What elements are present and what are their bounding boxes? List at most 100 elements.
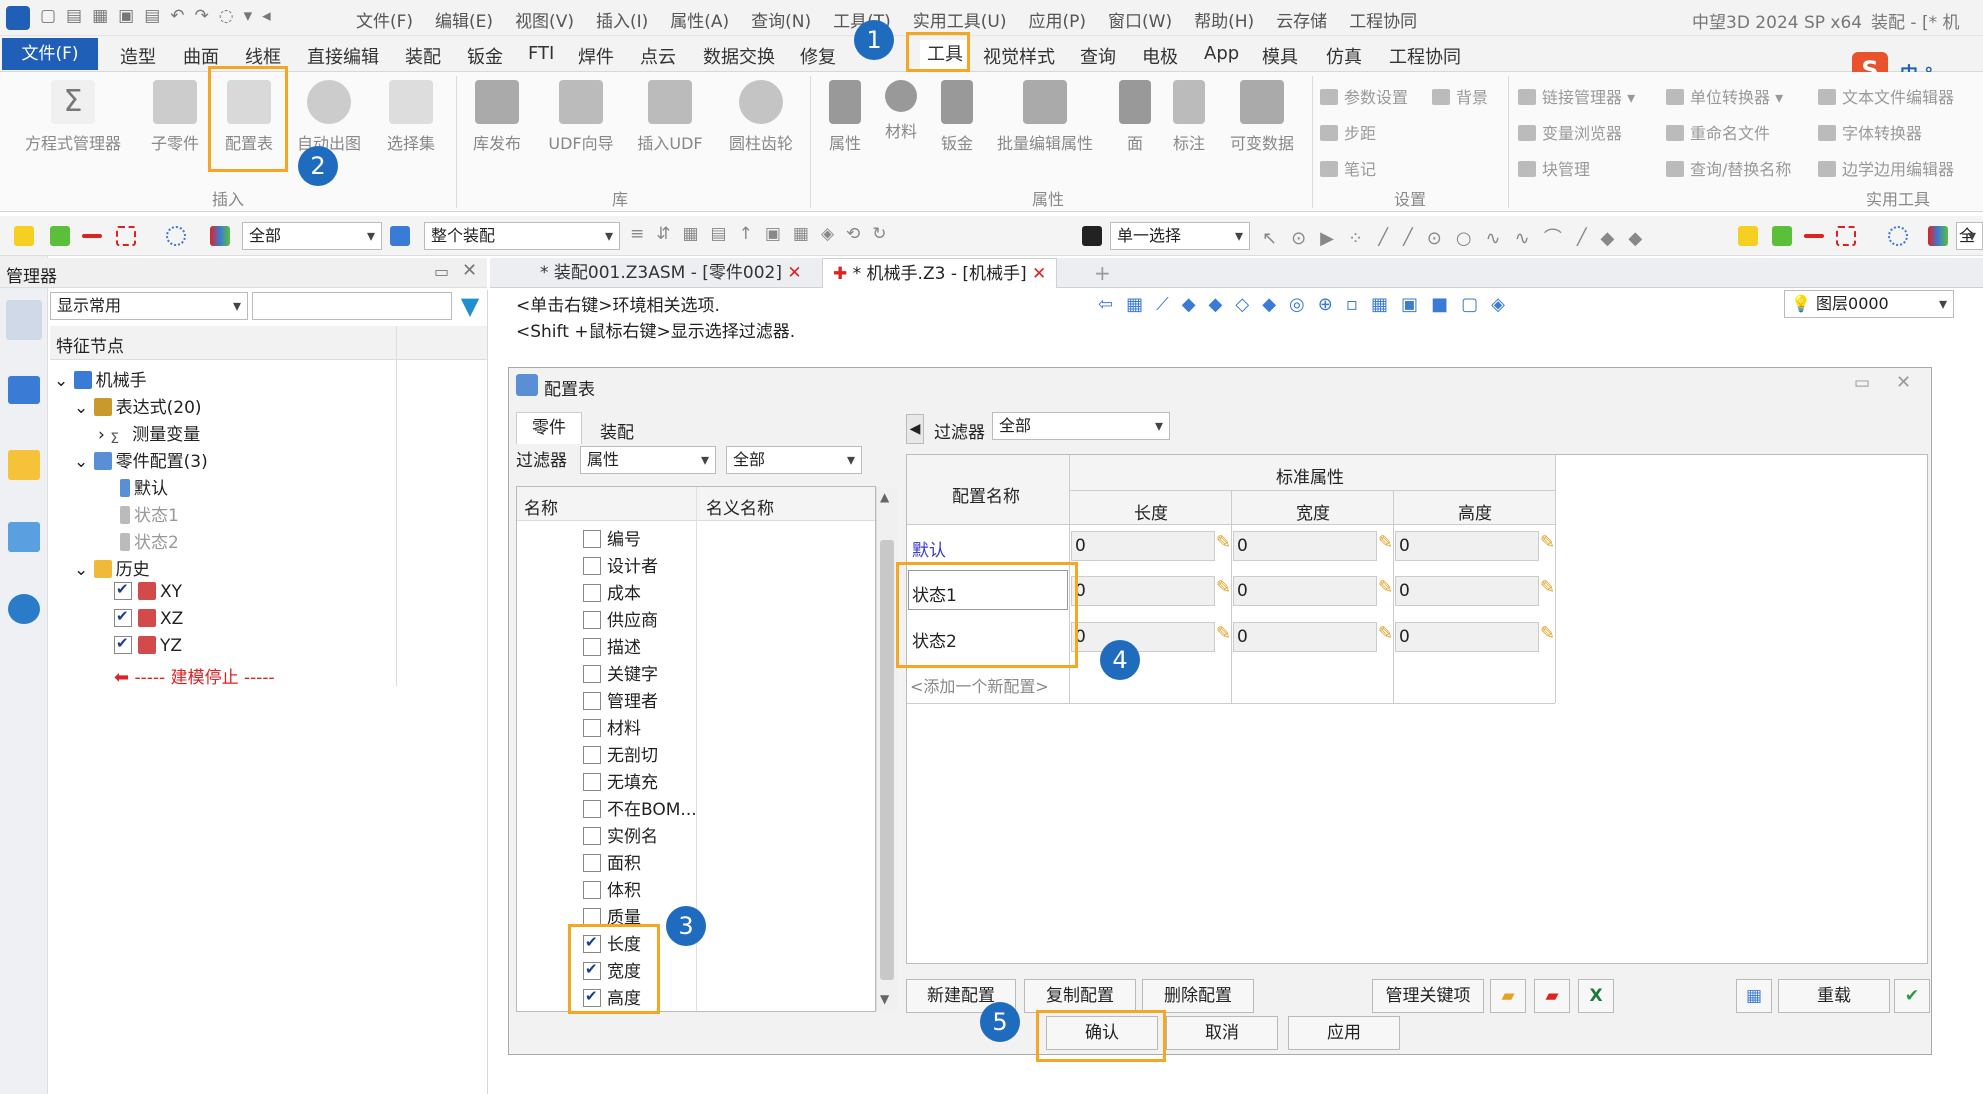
property-checkbox[interactable] — [583, 960, 601, 980]
property-checkbox[interactable] — [583, 719, 601, 737]
filter-type-dropdown[interactable]: 属性 — [580, 446, 716, 474]
box-select-icon-2[interactable] — [1836, 226, 1856, 246]
tab-query[interactable]: 查询 — [1080, 43, 1116, 69]
tree-node-part-configs[interactable]: ⌄ 零件配置(3) — [74, 447, 208, 472]
menu-window[interactable]: 窗口(W) — [1108, 7, 1172, 32]
select-icon-2[interactable] — [1738, 226, 1758, 246]
layer-dropdown[interactable]: 💡 图层0000 — [1784, 290, 1954, 318]
cell-state2-height[interactable]: 0 — [1395, 622, 1539, 652]
part-icon[interactable] — [8, 450, 40, 480]
property-checkbox[interactable] — [583, 638, 601, 656]
scroll-up-icon[interactable]: ▲ — [880, 490, 889, 504]
tab-collaboration[interactable]: 工程协同 — [1389, 43, 1461, 69]
cell-state2-length[interactable]: 0 — [1071, 622, 1215, 652]
menu-view[interactable]: 视图(V) — [515, 7, 574, 32]
udf-wizard-button[interactable]: UDF向导 — [538, 80, 624, 154]
tab-pointcloud[interactable]: 点云 — [640, 43, 676, 69]
tree-node-yz[interactable]: YZ — [114, 634, 182, 656]
tree-node-measure-vars[interactable]: › Σ 测量变量 — [98, 420, 200, 449]
cell-default-length[interactable]: 0 — [1071, 531, 1215, 561]
edit-pencil-icon[interactable]: ✎ — [1378, 532, 1393, 556]
view-manager-icon[interactable] — [8, 522, 40, 552]
menu-cloud[interactable]: 云存储 — [1276, 7, 1327, 32]
edit-pencil-icon[interactable]: ✎ — [1540, 623, 1555, 647]
edit-pencil-icon[interactable]: ✎ — [1216, 577, 1231, 601]
select-icon[interactable] — [14, 226, 34, 246]
tab-repair[interactable]: 修复 — [800, 43, 836, 69]
assembly-scope-icon[interactable] — [390, 226, 410, 246]
scroll-down-icon[interactable]: ▼ — [880, 992, 889, 1006]
assembly-scope-dropdown[interactable]: 整个装配 — [424, 222, 620, 250]
tab-simulation[interactable]: 仿真 — [1326, 43, 1362, 69]
reload-button[interactable]: 重载 — [1778, 979, 1890, 1013]
lasso-icon-2[interactable] — [1888, 226, 1908, 246]
menu-apps[interactable]: 应用(P) — [1029, 7, 1087, 32]
tab-app[interactable]: App — [1204, 43, 1239, 64]
tree-node-expressions[interactable]: ⌄ 表达式(20) — [74, 393, 202, 418]
tab-mold[interactable]: 模具 — [1262, 43, 1298, 69]
attribute-button[interactable]: 属性 — [818, 80, 872, 154]
tab-surface[interactable]: 曲面 — [183, 43, 219, 69]
property-row[interactable]: 材料 — [583, 714, 641, 739]
property-checkbox[interactable] — [583, 987, 601, 1007]
tab-electrode[interactable]: 电极 — [1142, 43, 1178, 69]
property-checkbox[interactable] — [583, 584, 601, 602]
property-checkbox[interactable] — [583, 557, 601, 575]
add-config-row[interactable]: <添加一个新配置> — [910, 673, 1049, 697]
selection-set-button[interactable]: 选择集 — [376, 80, 446, 154]
find-replace-name-button[interactable]: 查询/替换名称 — [1666, 156, 1791, 180]
open-folder-icon[interactable]: ▰ — [1490, 979, 1526, 1013]
close-tab-icon[interactable]: ✕ — [787, 263, 801, 283]
property-row[interactable]: 编号 — [583, 525, 641, 550]
variable-data-button[interactable]: 可变数据 — [1220, 80, 1304, 154]
property-row[interactable]: 实例名 — [583, 822, 658, 847]
learn-editor-button[interactable]: 边学边用编辑器 — [1818, 156, 1954, 180]
notes-button[interactable]: 笔记 — [1320, 156, 1376, 180]
tree-node-xz[interactable]: XZ — [114, 607, 183, 629]
selection-filter-dropdown[interactable]: 全部 — [242, 222, 382, 250]
material-button[interactable]: 材料 — [874, 80, 928, 142]
background-button[interactable]: 背景 — [1432, 84, 1488, 108]
remove-icon[interactable] — [82, 234, 102, 238]
remove-icon-2[interactable] — [1804, 234, 1824, 238]
block-manager-button[interactable]: 块管理 — [1518, 156, 1590, 180]
scrollbar-thumb[interactable] — [880, 540, 894, 980]
display-filter-dropdown[interactable]: 显示常用 — [50, 292, 248, 320]
new-tab-icon[interactable]: + — [1084, 258, 1121, 288]
tree-node-config-state1[interactable]: 状态1 — [120, 501, 179, 526]
library-publish-button[interactable]: 库发布 — [462, 80, 532, 154]
filter-color-icon[interactable] — [210, 226, 230, 246]
filter-funnel-icon[interactable]: ▼ — [456, 292, 484, 320]
lasso-icon[interactable] — [166, 226, 186, 246]
property-checkbox[interactable] — [583, 746, 601, 764]
visibility-checkbox[interactable] — [114, 607, 132, 627]
property-checkbox[interactable] — [583, 773, 601, 791]
property-row[interactable]: 设计者 — [583, 552, 658, 577]
tab-wireframe[interactable]: 线框 — [245, 43, 281, 69]
dialog-help-icon[interactable]: ▭ — [1854, 373, 1870, 393]
visibility-checkbox[interactable] — [114, 634, 132, 654]
box-select-icon[interactable] — [116, 226, 136, 246]
config-row-default-name[interactable]: 默认 — [912, 536, 946, 561]
property-row[interactable]: 成本 — [583, 579, 641, 604]
property-row[interactable]: 体积 — [583, 876, 641, 901]
feature-tree-icon[interactable] — [6, 300, 42, 340]
spur-gear-button[interactable]: 圆柱齿轮 — [718, 80, 804, 154]
insert-udf-button[interactable]: 插入UDF — [626, 80, 714, 154]
variable-browser-button[interactable]: 变量浏览器 — [1518, 120, 1622, 144]
font-converter-button[interactable]: 字体转换器 — [1818, 120, 1922, 144]
edit-pencil-icon[interactable]: ✎ — [1216, 532, 1231, 556]
tab-assembly[interactable]: 装配 — [405, 43, 441, 69]
stop-icon[interactable] — [1082, 226, 1102, 246]
config-row-state2-name[interactable]: 状态2 — [912, 627, 957, 652]
unit-converter-button[interactable]: 单位转换器 ▾ — [1666, 84, 1783, 108]
menu-file[interactable]: 文件(F) — [356, 7, 413, 32]
sheetmetal-attr-button[interactable]: 钣金 — [930, 80, 984, 154]
property-row[interactable]: 宽度 — [583, 957, 641, 982]
sub-part-button[interactable]: 子零件 — [140, 80, 210, 154]
config-table-button[interactable]: 配置表 — [214, 80, 284, 154]
property-checkbox[interactable] — [583, 881, 601, 899]
property-checkbox[interactable] — [583, 854, 601, 872]
right-filter-dropdown[interactable]: 全部 — [992, 412, 1170, 440]
property-checkbox[interactable] — [583, 665, 601, 683]
